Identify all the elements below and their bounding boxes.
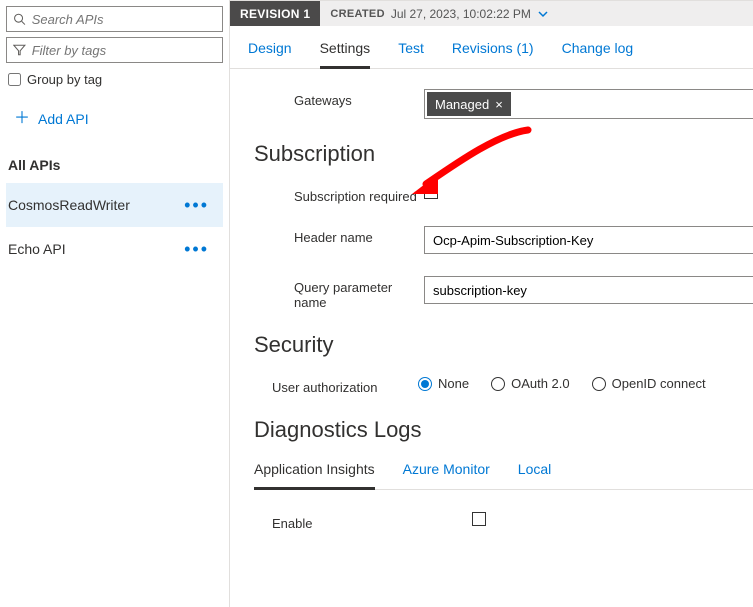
tab-test[interactable]: Test (398, 40, 424, 68)
radio-icon (491, 377, 505, 391)
subscription-required-checkbox[interactable] (424, 185, 438, 199)
tab-design[interactable]: Design (248, 40, 292, 68)
chevron-down-icon (537, 8, 549, 20)
plus-icon: ＋ (14, 111, 30, 127)
search-icon (13, 12, 26, 26)
header-name-input[interactable] (424, 226, 753, 254)
tab-settings[interactable]: Settings (320, 40, 371, 69)
group-by-tag[interactable]: Group by tag (8, 72, 221, 87)
gateway-chip-label: Managed (435, 97, 489, 112)
user-authorization-group: None OAuth 2.0 OpenID connect (418, 376, 753, 391)
api-item-label: Echo API (8, 241, 66, 257)
query-param-label: Query parameter name (294, 276, 424, 310)
diagnostics-title: Diagnostics Logs (254, 417, 753, 443)
gateways-field[interactable]: Managed × (424, 89, 753, 119)
enable-label: Enable (272, 512, 472, 531)
more-icon[interactable]: ••• (184, 239, 213, 260)
filter-icon (13, 43, 26, 57)
revision-created-label: CREATED (330, 8, 384, 20)
filter-input-wrap[interactable] (6, 37, 223, 63)
radio-label: None (438, 376, 469, 391)
subtab-azure-monitor[interactable]: Azure Monitor (403, 461, 490, 489)
gateway-chip-managed[interactable]: Managed × (427, 92, 511, 116)
header-name-label: Header name (294, 226, 424, 245)
tab-revisions[interactable]: Revisions (1) (452, 40, 534, 68)
group-by-tag-checkbox[interactable] (8, 73, 21, 86)
api-item-cosmosreadwriter[interactable]: CosmosReadWriter ••• (6, 183, 223, 227)
radio-oauth2[interactable]: OAuth 2.0 (491, 376, 570, 391)
subscription-required-label: Subscription required (294, 185, 424, 204)
gateways-label: Gateways (294, 89, 424, 108)
content: Gateways Managed × Subscription Subscrip… (230, 69, 753, 607)
subtab-app-insights[interactable]: Application Insights (254, 461, 375, 490)
radio-label: OAuth 2.0 (511, 376, 570, 391)
sidebar: Group by tag ＋ Add API All APIs CosmosRe… (0, 0, 230, 607)
radio-icon (592, 377, 606, 391)
more-icon[interactable]: ••• (184, 195, 213, 216)
radio-openid[interactable]: OpenID connect (592, 376, 706, 391)
add-api-label: Add API (38, 111, 89, 127)
main-panel: REVISION 1 CREATED Jul 27, 2023, 10:02:2… (230, 0, 753, 607)
subtab-local[interactable]: Local (518, 461, 551, 489)
diagnostics-subtabs: Application Insights Azure Monitor Local (254, 461, 753, 490)
api-item-echo-api[interactable]: Echo API ••• (6, 227, 223, 271)
subscription-title: Subscription (254, 141, 753, 167)
radio-icon (418, 377, 432, 391)
security-title: Security (254, 332, 753, 358)
tabs: Design Settings Test Revisions (1) Chang… (230, 26, 753, 69)
revision-meta[interactable]: CREATED Jul 27, 2023, 10:02:22 PM (320, 1, 559, 26)
tab-change-log[interactable]: Change log (562, 40, 634, 68)
enable-checkbox[interactable] (472, 512, 486, 526)
radio-label: OpenID connect (612, 376, 706, 391)
search-input[interactable] (32, 12, 216, 27)
close-icon[interactable]: × (495, 97, 503, 112)
query-param-input[interactable] (424, 276, 753, 304)
filter-input[interactable] (32, 43, 216, 58)
group-by-tag-label: Group by tag (27, 72, 102, 87)
add-api-button[interactable]: ＋ Add API (6, 105, 223, 133)
all-apis-header[interactable]: All APIs (6, 151, 223, 183)
search-input-wrap[interactable] (6, 6, 223, 32)
user-authorization-label: User authorization (272, 376, 418, 395)
radio-none[interactable]: None (418, 376, 469, 391)
api-item-label: CosmosReadWriter (8, 197, 130, 213)
revision-created-value: Jul 27, 2023, 10:02:22 PM (391, 7, 531, 21)
revision-bar: REVISION 1 CREATED Jul 27, 2023, 10:02:2… (230, 0, 753, 26)
revision-badge[interactable]: REVISION 1 (230, 1, 320, 26)
